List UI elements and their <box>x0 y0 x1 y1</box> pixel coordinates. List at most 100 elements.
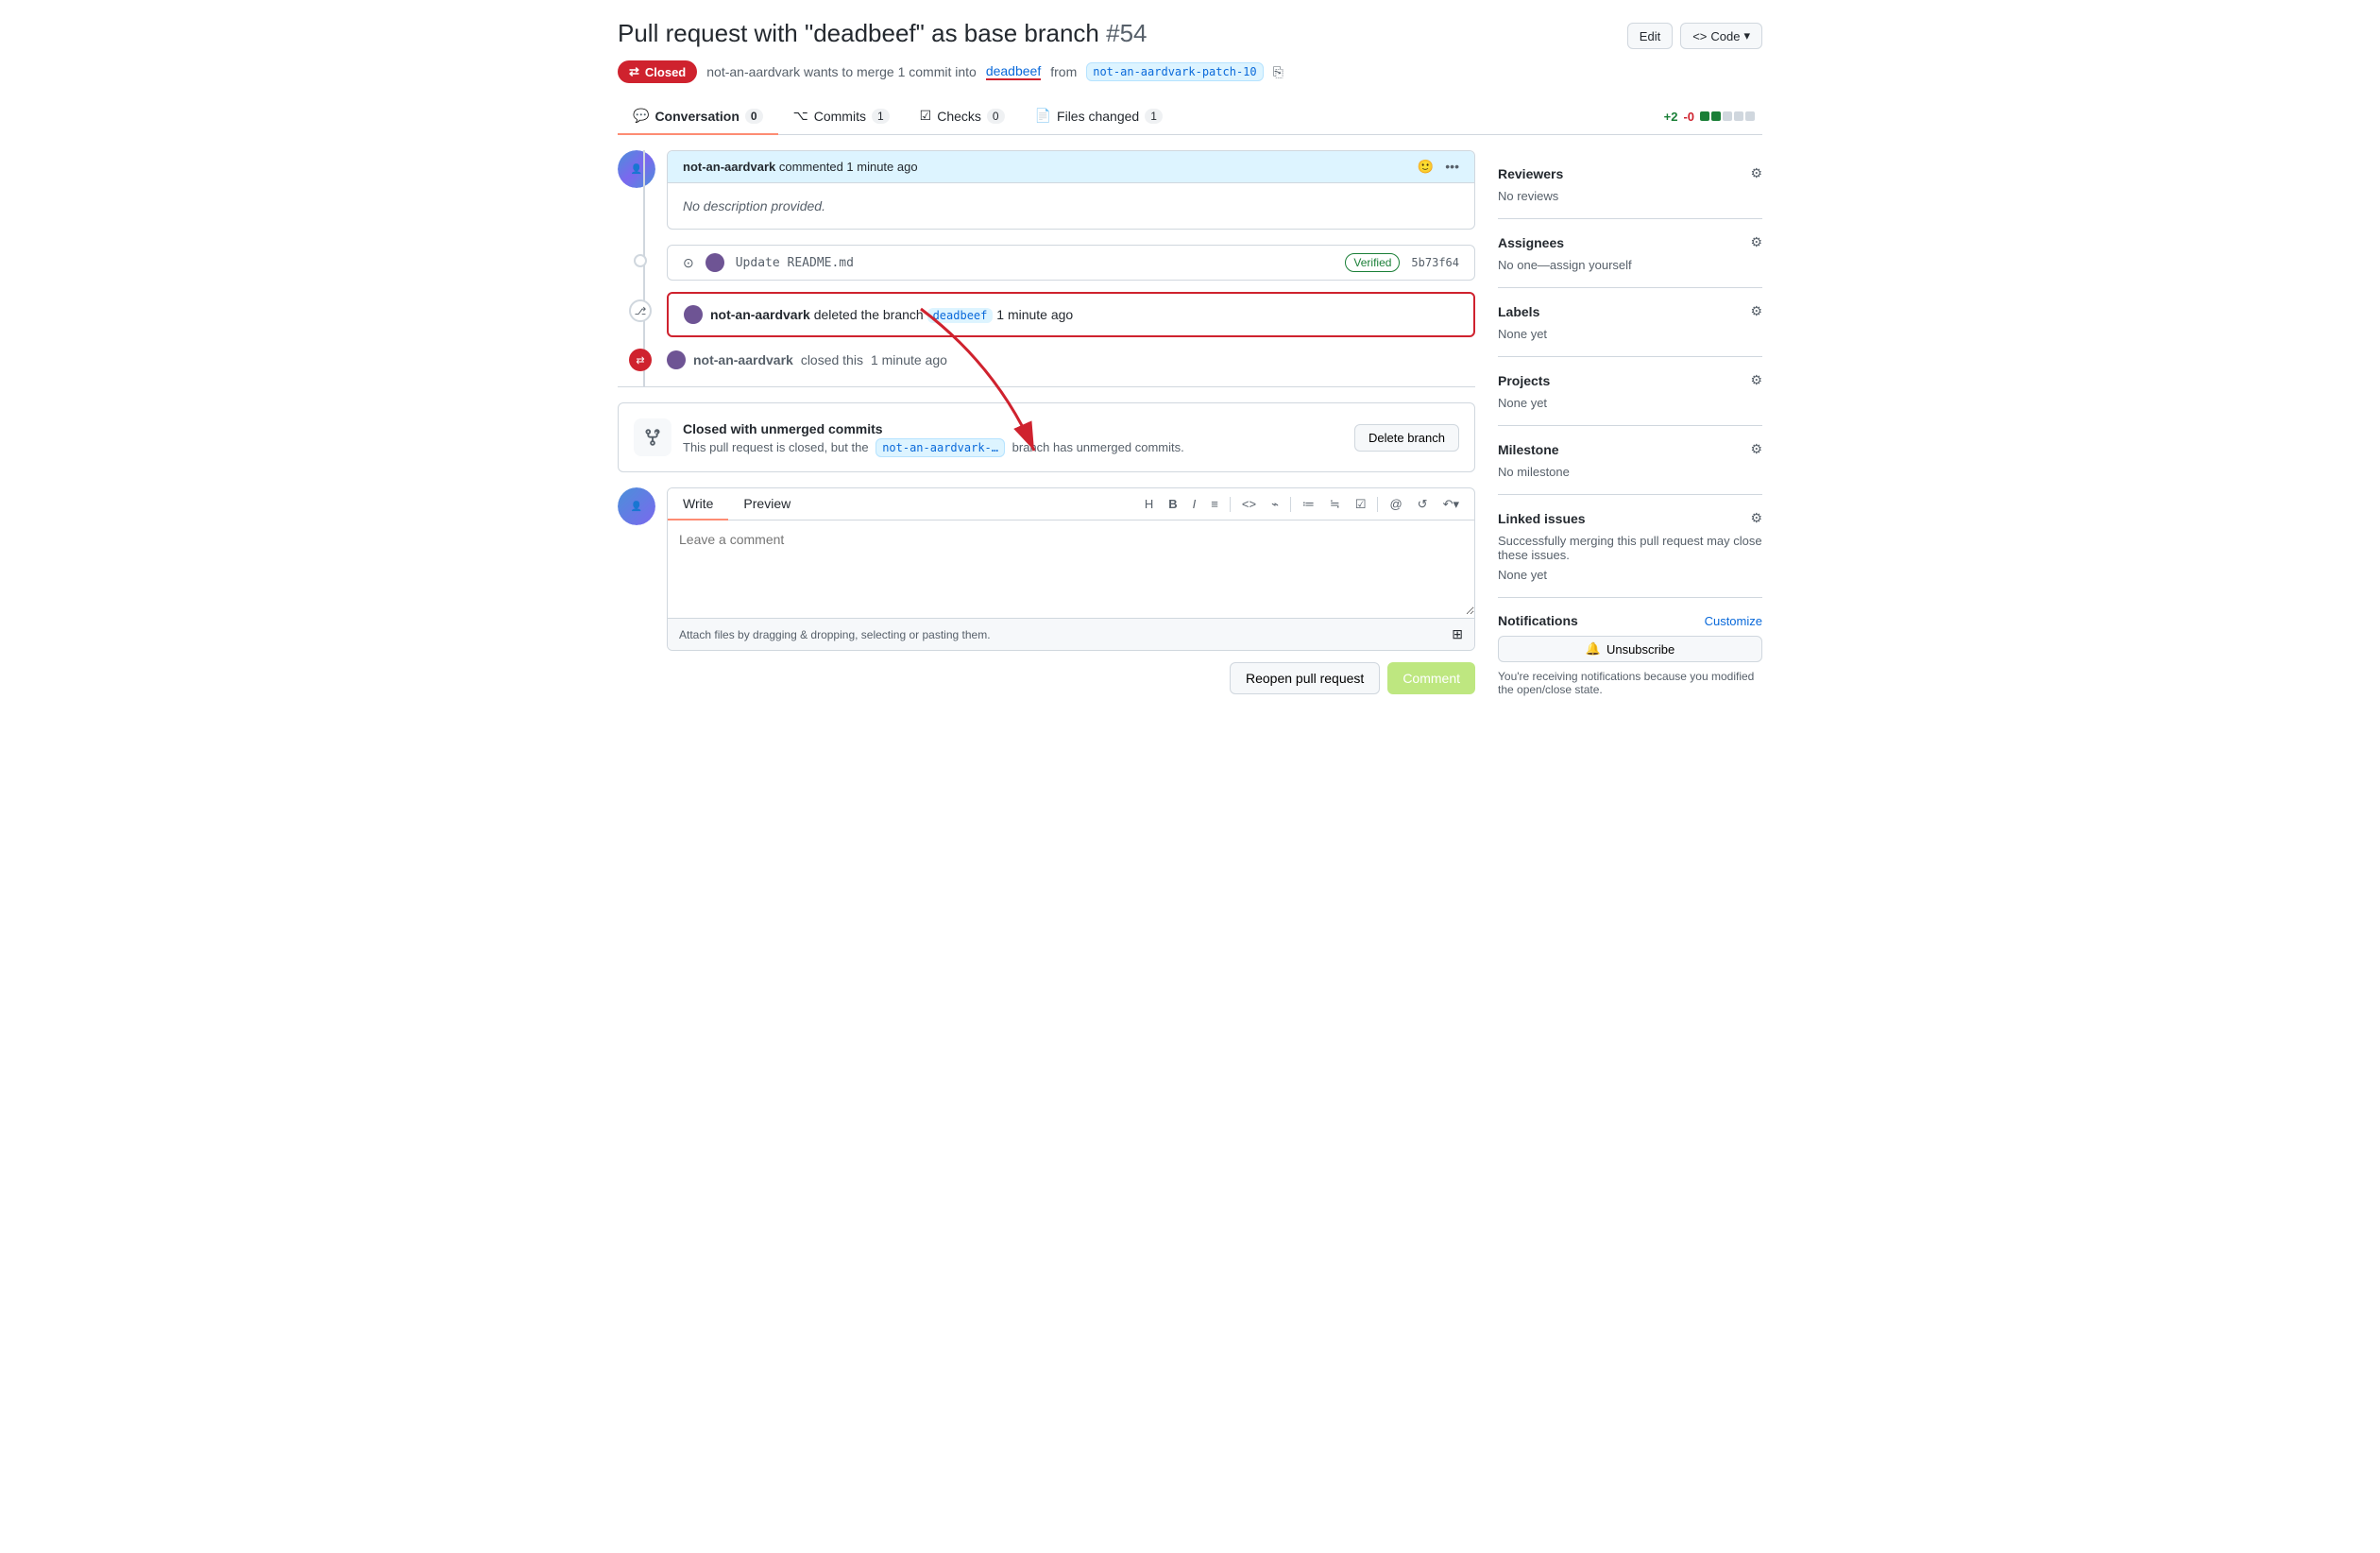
comment-body: No description provided. <box>668 183 1474 229</box>
tab-files-changed[interactable]: 📄 Files changed 1 <box>1020 98 1178 135</box>
editor-avatar-image: 👤 <box>618 487 655 525</box>
diff-bar-1 <box>1700 111 1709 121</box>
editor-footer: Attach files by dragging & dropping, sel… <box>668 618 1474 650</box>
labels-header: Labels ⚙ <box>1498 303 1762 319</box>
conversation-icon: 💬 <box>633 108 649 124</box>
reviewers-title: Reviewers <box>1498 166 1563 181</box>
delete-branch-button[interactable]: Delete branch <box>1354 424 1459 452</box>
event-text: not-an-aardvark deleted the branch deadb… <box>710 307 1073 322</box>
files-icon: 📄 <box>1035 108 1051 124</box>
linked-issues-header: Linked issues ⚙ <box>1498 510 1762 526</box>
comment-text: No description provided. <box>683 198 825 213</box>
unmerged-content: Closed with unmerged commits This pull r… <box>683 421 1354 454</box>
pr-number: #54 <box>1106 19 1147 47</box>
delete-branch-event: ⎇ not-an-aardvark deleted the branch dea… <box>625 292 1475 337</box>
head-branch-badge: not-an-aardvark-patch-10 <box>1086 62 1263 81</box>
projects-gear[interactable]: ⚙ <box>1750 372 1762 388</box>
tab-files-label: Files changed <box>1057 109 1139 124</box>
pr-actions: Reopen pull request Comment <box>667 662 1475 694</box>
content-left: 👤 not-an-aardvark commented 1 minute ago… <box>618 150 1475 711</box>
editor-tab-preview[interactable]: Preview <box>728 488 806 521</box>
notifications-title: Notifications <box>1498 613 1578 628</box>
pr-description: not-an-aardvark wants to merge 1 commit … <box>706 64 977 79</box>
toolbar-task-list[interactable]: ☑ <box>1352 495 1370 514</box>
code-button[interactable]: <> Code ▾ <box>1680 23 1762 49</box>
toolbar-italic[interactable]: I <box>1189 495 1200 513</box>
tab-commits-count: 1 <box>872 109 890 124</box>
customize-link[interactable]: Customize <box>1705 614 1762 628</box>
sidebar-labels: Labels ⚙ None yet <box>1498 288 1762 357</box>
sidebar-milestone: Milestone ⚙ No milestone <box>1498 426 1762 495</box>
toolbar-unordered-list[interactable]: ≔ <box>1299 495 1318 514</box>
main-content: 👤 not-an-aardvark commented 1 minute ago… <box>618 150 1762 711</box>
verified-badge: Verified <box>1345 253 1400 272</box>
reopen-button[interactable]: Reopen pull request <box>1230 662 1380 694</box>
unsubscribe-label: Unsubscribe <box>1606 642 1674 657</box>
closed-time: 1 minute ago <box>871 352 947 367</box>
event-highlighted-box: not-an-aardvark deleted the branch deadb… <box>667 292 1475 337</box>
toolbar-ref[interactable]: ↺ <box>1414 495 1432 514</box>
pr-status-row: ⇄ Closed not-an-aardvark wants to merge … <box>618 60 1762 83</box>
closed-avatar <box>667 350 686 369</box>
event-branch: deadbeef <box>927 308 994 323</box>
milestone-gear[interactable]: ⚙ <box>1750 441 1762 457</box>
reviewers-header: Reviewers ⚙ <box>1498 165 1762 181</box>
toolbar-bold[interactable]: B <box>1164 495 1181 513</box>
diff-bar-3 <box>1723 111 1732 121</box>
projects-title: Projects <box>1498 373 1550 388</box>
unmerged-box: Closed with unmerged commits This pull r… <box>618 402 1475 472</box>
comment-textarea[interactable] <box>668 521 1474 615</box>
more-options-button[interactable]: ••• <box>1445 159 1459 175</box>
editor-tabs: Write Preview H B I ≡ <> ⌁ <box>668 488 1474 521</box>
closed-event: ⇄ not-an-aardvark closed this 1 minute a… <box>625 349 1475 371</box>
timeline-wrapper: 👤 not-an-aardvark commented 1 minute ago… <box>618 150 1475 387</box>
tabs-bar: 💬 Conversation 0 ⌥ Commits 1 ☑ Checks 0 … <box>618 98 1762 135</box>
comment-author: not-an-aardvark <box>683 160 775 174</box>
unmerged-icon <box>634 418 672 456</box>
status-badge: ⇄ Closed <box>618 60 697 83</box>
event-action: deleted the branch <box>814 307 927 322</box>
tab-conversation[interactable]: 💬 Conversation 0 <box>618 98 778 135</box>
event-author: not-an-aardvark <box>710 307 810 322</box>
assignees-gear[interactable]: ⚙ <box>1750 234 1762 250</box>
comment-box: not-an-aardvark commented 1 minute ago 🙂… <box>667 150 1475 230</box>
notifications-note: You're receiving notifications because y… <box>1498 670 1762 696</box>
reviewers-value: No reviews <box>1498 189 1762 203</box>
commits-icon: ⌥ <box>793 108 808 124</box>
toolbar-link[interactable]: ⌁ <box>1267 495 1283 514</box>
toolbar-ordered-list[interactable]: ≡ <box>1207 495 1222 513</box>
comment-header: not-an-aardvark commented 1 minute ago 🙂… <box>668 151 1474 183</box>
sidebar: Reviewers ⚙ No reviews Assignees ⚙ No on… <box>1498 150 1762 711</box>
toolbar-sep-1 <box>1230 497 1231 512</box>
tabs-list: 💬 Conversation 0 ⌥ Commits 1 ☑ Checks 0 … <box>618 98 1178 134</box>
tab-conversation-label: Conversation <box>654 109 739 124</box>
sidebar-projects: Projects ⚙ None yet <box>1498 357 1762 426</box>
toolbar-heading[interactable]: H <box>1141 495 1157 513</box>
linked-issues-gear[interactable]: ⚙ <box>1750 510 1762 526</box>
base-branch-link[interactable]: deadbeef <box>986 63 1041 80</box>
unsubscribe-button[interactable]: 🔔 Unsubscribe <box>1498 636 1762 662</box>
comment-actions: 🙂 ••• <box>1418 159 1459 175</box>
toolbar-code[interactable]: <> <box>1238 495 1260 513</box>
event-time: 1 minute ago <box>996 307 1073 322</box>
copy-icon[interactable]: ⎘ <box>1273 64 1284 80</box>
labels-gear[interactable]: ⚙ <box>1750 303 1762 319</box>
tab-checks[interactable]: ☑ Checks 0 <box>905 98 1020 135</box>
emoji-button[interactable]: 🙂 <box>1418 159 1434 175</box>
tab-commits-label: Commits <box>814 109 866 124</box>
toolbar-mention[interactable]: @ <box>1386 495 1405 513</box>
linked-issues-value: None yet <box>1498 568 1762 582</box>
commit-hash: 5b73f64 <box>1411 256 1459 269</box>
comment-button[interactable]: Comment <box>1387 662 1475 694</box>
editor-tab-write[interactable]: Write <box>668 488 728 521</box>
edit-button[interactable]: Edit <box>1627 23 1673 49</box>
diff-additions: +2 <box>1664 110 1678 124</box>
reviewers-gear[interactable]: ⚙ <box>1750 165 1762 181</box>
tab-commits[interactable]: ⌥ Commits 1 <box>778 98 905 135</box>
commit-avatar <box>706 253 724 272</box>
checks-icon: ☑ <box>920 108 932 124</box>
toolbar-undo[interactable]: ↶▾ <box>1439 495 1463 514</box>
merge-icon: ⇄ <box>629 64 639 79</box>
branch-icon: ⎇ <box>629 299 652 322</box>
toolbar-numbered-list[interactable]: ≒ <box>1326 495 1344 514</box>
